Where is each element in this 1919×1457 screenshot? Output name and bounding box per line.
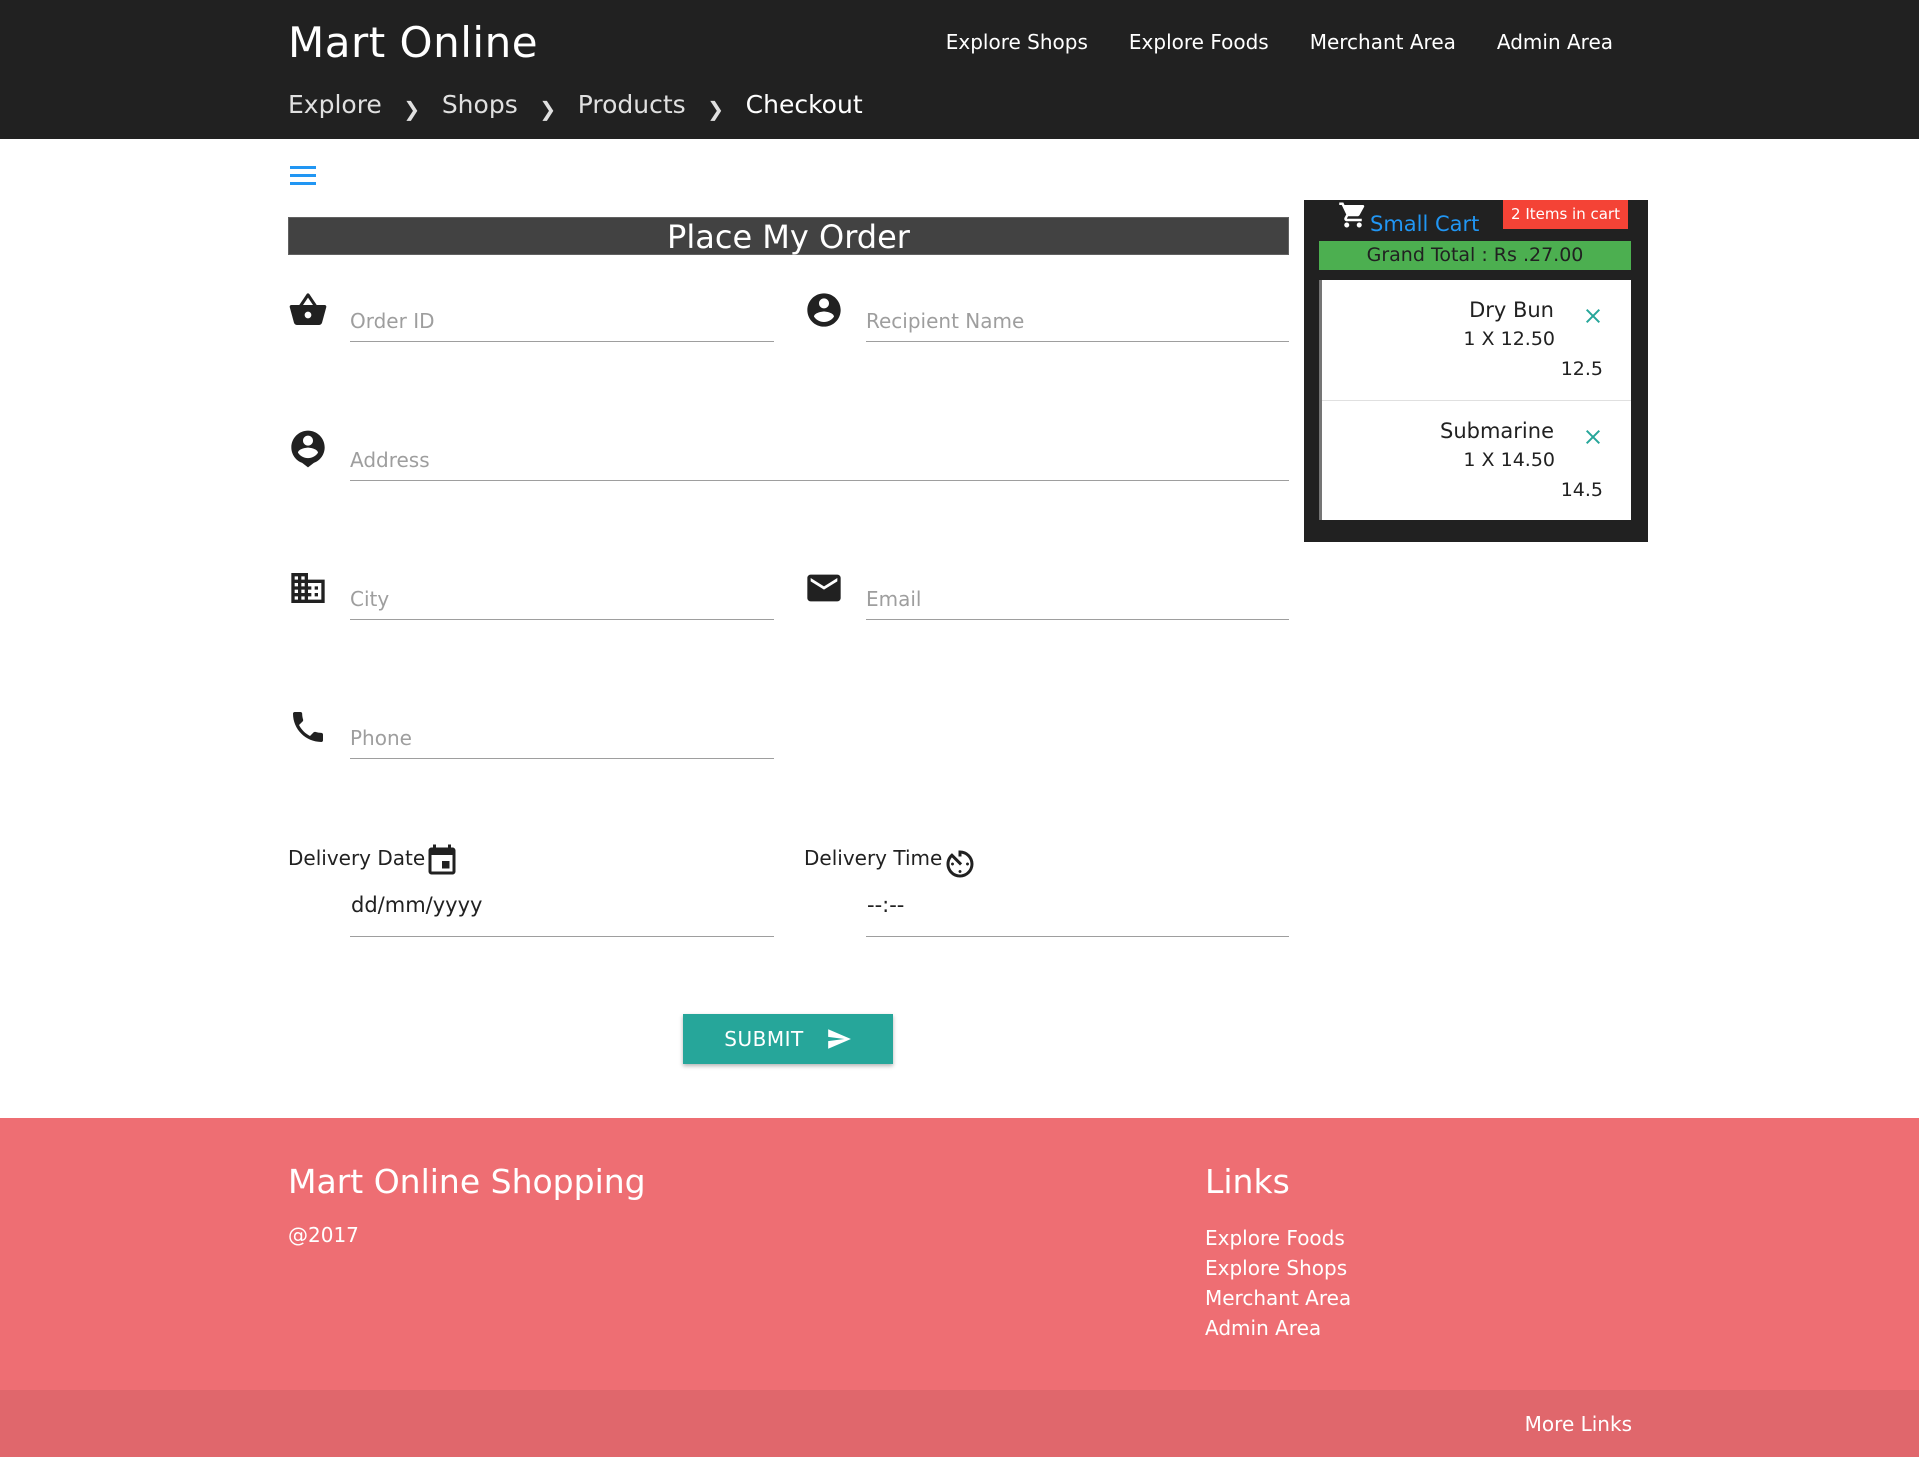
- top-navbar: Mart Online Explore Shops Explore Foods …: [0, 0, 1919, 139]
- recipient-name-field: [804, 290, 1289, 352]
- chevron-right-icon: ❯: [539, 96, 557, 121]
- building-icon: [288, 568, 328, 608]
- timer-icon: [942, 846, 978, 882]
- footer-title: Mart Online Shopping: [288, 1162, 646, 1201]
- form-title: Place My Order: [288, 217, 1289, 256]
- nav-explore-foods[interactable]: Explore Foods: [1129, 30, 1269, 54]
- phone-input[interactable]: [350, 717, 774, 759]
- cart-count-badge: 2 Items in cart: [1503, 200, 1628, 229]
- order-id-input[interactable]: [350, 300, 774, 342]
- submit-button[interactable]: SUBMIT: [683, 1014, 893, 1064]
- cart-item: Submarine 1 X 14.50 14.5: [1322, 400, 1631, 520]
- cart-item: Dry Bun 1 X 12.50 12.5: [1322, 280, 1631, 400]
- account-pin-icon: [288, 429, 328, 469]
- cart-item-name: Dry Bun: [1469, 298, 1554, 322]
- chevron-right-icon: ❯: [403, 96, 421, 121]
- cart-item-total: 12.5: [1560, 358, 1603, 380]
- remove-item-close-icon[interactable]: [1581, 304, 1605, 328]
- cart-item-name: Submarine: [1440, 419, 1554, 443]
- menu-icon[interactable]: [290, 166, 319, 188]
- phone-icon: [288, 707, 328, 747]
- mail-icon: [804, 568, 844, 608]
- breadcrumb-products[interactable]: Products: [578, 90, 686, 119]
- calendar-icon: [424, 843, 460, 879]
- cart-item-qty: 1 X 14.50: [1463, 449, 1555, 471]
- breadcrumb: Explore ❯ Shops ❯ Products ❯ Checkout: [288, 90, 863, 121]
- footer-copy-bar: More Links: [0, 1390, 1919, 1457]
- send-icon: [826, 1026, 852, 1052]
- footer-links: Explore Foods Explore Shops Merchant Are…: [1205, 1223, 1351, 1343]
- brand-logo[interactable]: Mart Online: [288, 18, 538, 67]
- nav-admin-area[interactable]: Admin Area: [1497, 30, 1613, 54]
- address-input[interactable]: [350, 439, 1289, 481]
- footer-link-merchant-area[interactable]: Merchant Area: [1205, 1286, 1351, 1310]
- account-circle-icon: [804, 290, 844, 330]
- order-id-field: [288, 290, 774, 352]
- delivery-time-underline: [866, 936, 1289, 937]
- footer-link-explore-foods[interactable]: Explore Foods: [1205, 1226, 1345, 1250]
- more-links-link[interactable]: More Links: [1525, 1412, 1632, 1436]
- delivery-time-label: Delivery Time: [804, 846, 943, 870]
- delivery-date-input[interactable]: dd/mm/yyyy: [351, 893, 482, 917]
- delivery-date-label: Delivery Date: [288, 846, 426, 870]
- phone-field: [288, 707, 774, 769]
- footer-link-admin-area[interactable]: Admin Area: [1205, 1316, 1321, 1340]
- cart-item-total: 14.5: [1560, 479, 1603, 501]
- top-nav: Explore Shops Explore Foods Merchant Are…: [946, 30, 1613, 54]
- nav-explore-shops[interactable]: Explore Shops: [946, 30, 1088, 54]
- submit-label: SUBMIT: [724, 1027, 804, 1051]
- basket-icon: [288, 290, 328, 330]
- cart-item-qty: 1 X 12.50: [1463, 328, 1555, 350]
- breadcrumb-checkout[interactable]: Checkout: [746, 90, 863, 119]
- shopping-cart-icon: [1338, 200, 1368, 230]
- remove-item-close-icon[interactable]: [1581, 425, 1605, 449]
- city-input[interactable]: [350, 578, 774, 620]
- delivery-date-underline: [350, 936, 774, 937]
- cart-title[interactable]: Small Cart: [1370, 212, 1479, 236]
- chevron-right-icon: ❯: [707, 96, 725, 121]
- footer-link-explore-shops[interactable]: Explore Shops: [1205, 1256, 1347, 1280]
- footer-links-title: Links: [1205, 1162, 1290, 1201]
- cart-header: Small Cart 2 Items in cart: [1304, 200, 1648, 240]
- recipient-name-input[interactable]: [866, 300, 1289, 342]
- city-field: [288, 568, 774, 630]
- breadcrumb-explore[interactable]: Explore: [288, 90, 382, 119]
- email-input[interactable]: [866, 578, 1289, 620]
- grand-total: Grand Total : Rs .27.00: [1319, 241, 1631, 270]
- cart-item-list: Dry Bun 1 X 12.50 12.5 Submarine 1 X 14.…: [1319, 280, 1631, 520]
- delivery-time-input[interactable]: --:--: [867, 893, 904, 917]
- breadcrumb-shops[interactable]: Shops: [442, 90, 518, 119]
- email-field: [804, 568, 1289, 630]
- address-field: [288, 429, 1289, 491]
- footer-copyright: @2017: [288, 1223, 359, 1247]
- small-cart: Small Cart 2 Items in cart Grand Total :…: [1304, 200, 1648, 542]
- nav-merchant-area[interactable]: Merchant Area: [1310, 30, 1456, 54]
- page-footer: Mart Online Shopping @2017 Links Explore…: [0, 1118, 1919, 1390]
